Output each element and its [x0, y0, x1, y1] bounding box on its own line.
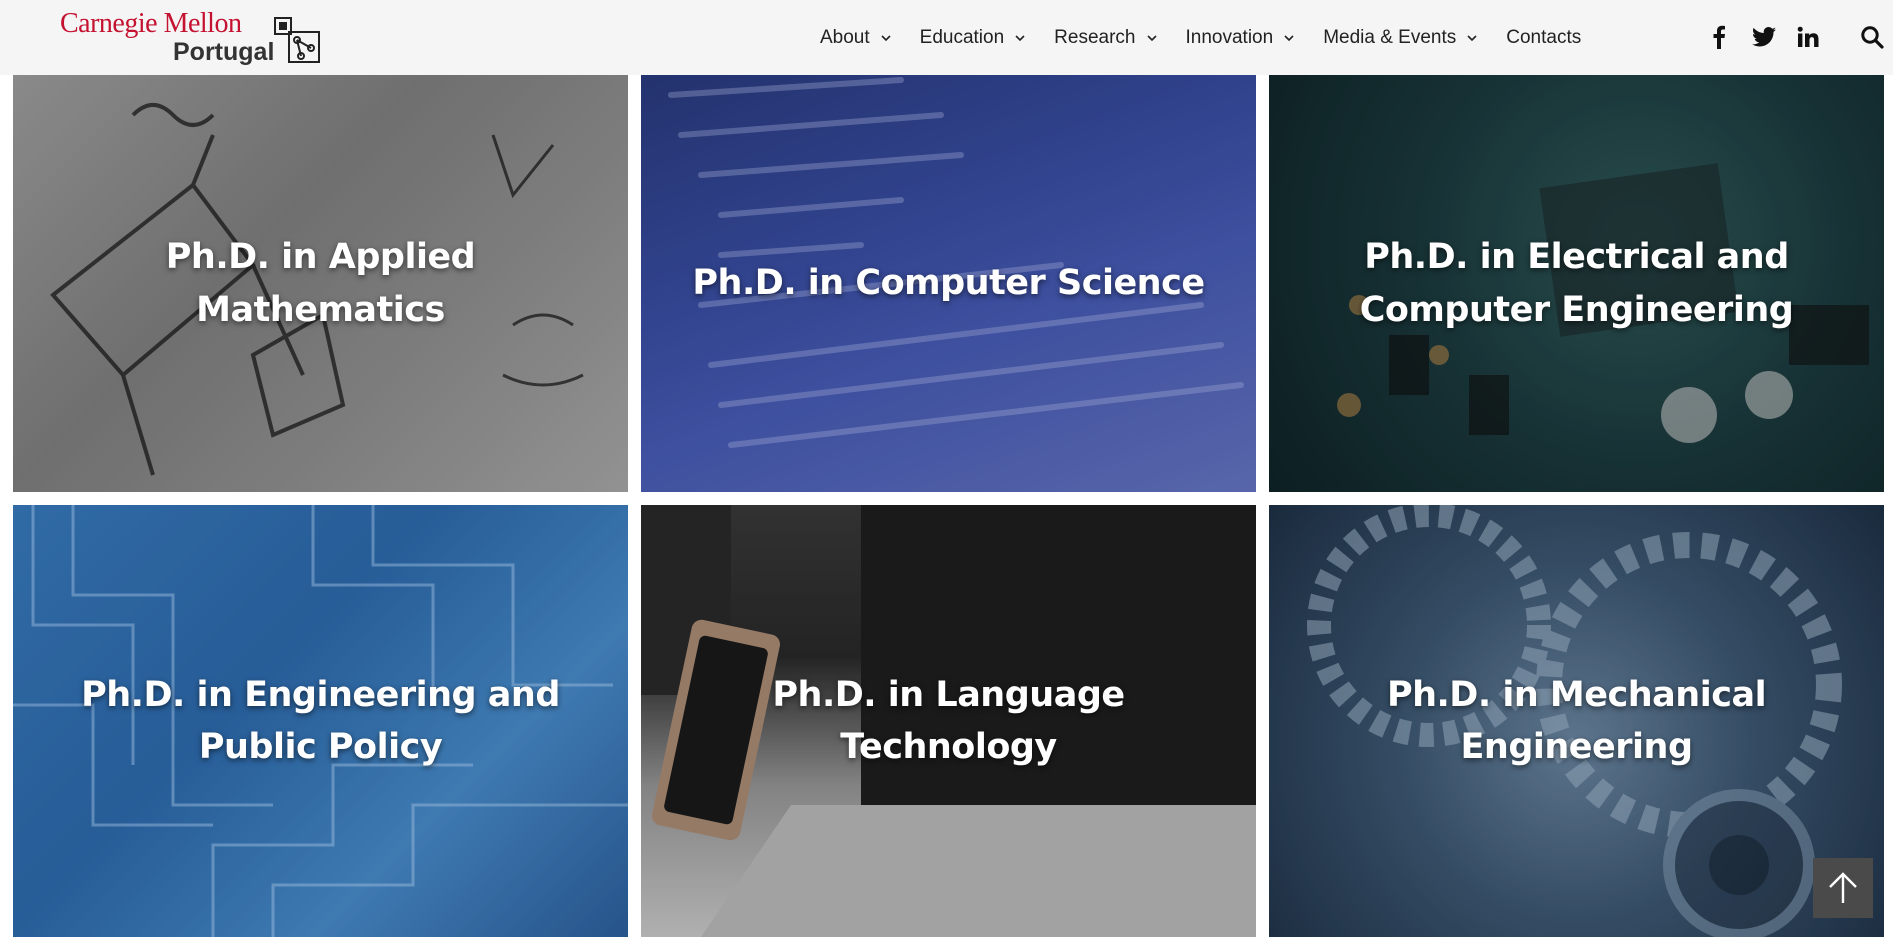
nav-contacts-label: Contacts	[1506, 26, 1582, 48]
nav-about-label: About	[820, 26, 870, 48]
program-title: Ph.D. in Computer Science	[692, 263, 1205, 304]
twitter-icon[interactable]	[1752, 25, 1776, 49]
program-tile-language-technology[interactable]: Ph.D. in Language Technology	[641, 505, 1256, 937]
arrow-up-icon	[1829, 872, 1857, 903]
chevron-down-icon	[881, 34, 891, 41]
nav-research-label: Research	[1054, 26, 1136, 48]
program-tile-engineering-public-policy[interactable]: Ph.D. in Engineering and Public Policy	[13, 505, 628, 937]
nav-education-label: Education	[919, 26, 1005, 48]
program-title: Ph.D. in Language Technology	[772, 674, 1125, 768]
site-header: Carnegie Mellon Portugal About Education…	[0, 0, 1893, 75]
chevron-down-icon	[1467, 34, 1477, 41]
nav-innovation-label: Innovation	[1185, 26, 1274, 48]
logo-mark-icon	[274, 17, 320, 63]
back-to-top-button[interactable]	[1813, 858, 1873, 918]
program-tile-electrical-computer-engineering[interactable]: Ph.D. in Electrical and Computer Enginee…	[1269, 75, 1884, 492]
chevron-down-icon	[1015, 34, 1025, 41]
nav-media-events-label: Media & Events	[1323, 26, 1457, 48]
search-icon[interactable]	[1860, 25, 1884, 49]
program-title: Ph.D. in Applied Mathematics	[165, 237, 476, 330]
nav-about[interactable]: About	[820, 27, 892, 49]
chevron-down-icon	[1146, 34, 1157, 41]
program-title: Ph.D. in Mechanical Engineering	[1386, 674, 1767, 768]
program-tile-mechanical-engineering[interactable]: Ph.D. in Mechanical Engineering	[1269, 505, 1884, 937]
program-tile-computer-science[interactable]: Ph.D. in Computer Science	[641, 75, 1256, 492]
cmu-portugal-logo[interactable]: Carnegie Mellon Portugal	[60, 8, 330, 70]
logo-line2: Portugal	[173, 38, 275, 66]
program-tile-applied-mathematics[interactable]: Ph.D. in Applied Mathematics	[13, 75, 628, 492]
facebook-icon[interactable]	[1707, 25, 1731, 49]
nav-education[interactable]: Education	[920, 27, 1027, 49]
nav-contacts[interactable]: Contacts	[1506, 27, 1581, 49]
nav-innovation[interactable]: Innovation	[1186, 27, 1296, 49]
logo-line1: Carnegie Mellon	[60, 8, 242, 39]
main-nav: About Education Research Innovation Medi…	[820, 0, 1581, 75]
nav-research[interactable]: Research	[1054, 27, 1157, 49]
nav-media-events[interactable]: Media & Events	[1323, 27, 1478, 49]
program-title: Ph.D. in Engineering and Public Policy	[81, 674, 560, 768]
chevron-down-icon	[1284, 34, 1294, 41]
program-title: Ph.D. in Electrical and Computer Enginee…	[1359, 237, 1794, 330]
linkedin-icon[interactable]	[1796, 25, 1820, 49]
